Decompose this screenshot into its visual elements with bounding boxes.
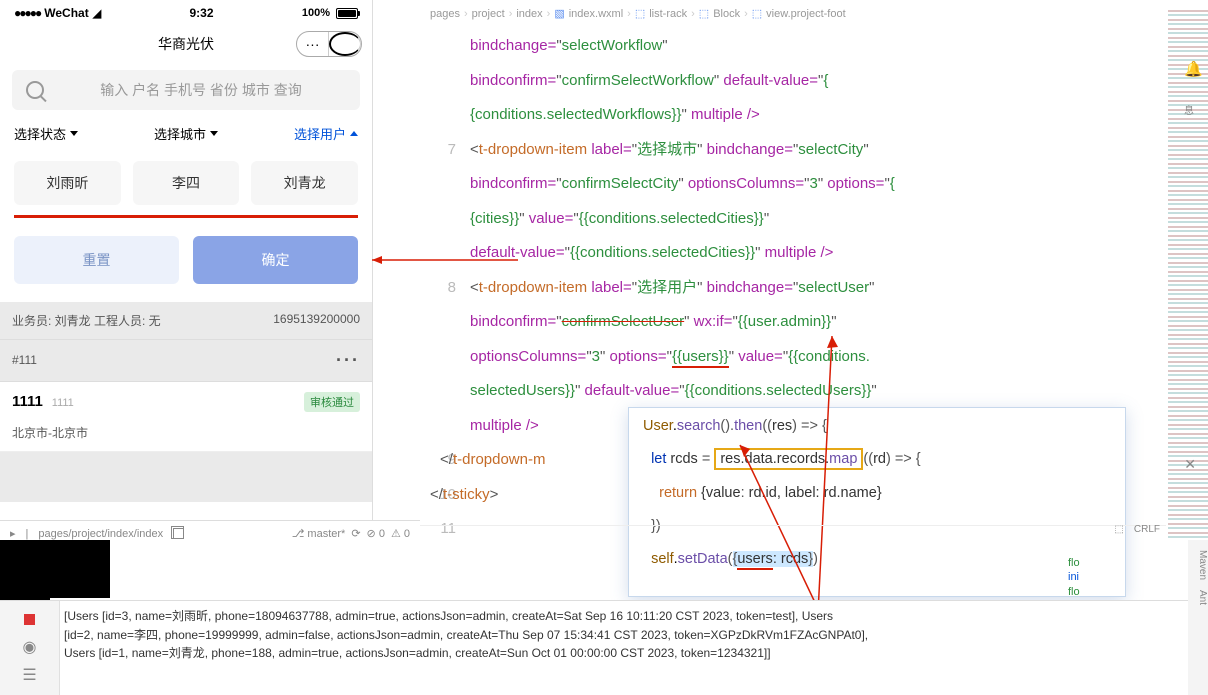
sync-icon[interactable]: ⟳ — [351, 527, 360, 540]
filter-user[interactable]: 选择用户 — [294, 124, 358, 143]
copy-icon[interactable] — [173, 528, 184, 539]
filter-status[interactable]: 选择状态 — [14, 124, 78, 143]
breadcrumb[interactable]: pages› project› index› ▧index.wxml› ⬚lis… — [420, 0, 1168, 29]
miniprogram-capsule[interactable]: ··· — [296, 31, 362, 57]
list-row: 业务员: 刘青龙 工程人员: 无 1695139200000 — [0, 302, 372, 339]
confirm-button[interactable]: 确定 — [193, 236, 358, 284]
close-icon[interactable]: ✕ — [1184, 456, 1196, 473]
error-count[interactable]: ⊘ 0 — [367, 527, 385, 540]
app-title-bar: 华商光伏 ··· — [0, 26, 372, 62]
filter-city[interactable]: 选择城市 — [154, 124, 218, 143]
result-list: 业务员: 刘青龙 工程人员: 无 1695139200000 #111 ··· … — [0, 302, 372, 502]
wifi-icon: ◢ — [93, 7, 101, 20]
phone-status-bar: ●●●●● WeChat ◢ 9:32 100% — [0, 0, 372, 26]
user-chip-row: 刘雨昕 李四 刘青龙 — [0, 157, 372, 215]
chevron-up-icon — [350, 131, 358, 136]
console-toolbar: ◉ ☰ — [0, 601, 60, 695]
battery-icon — [336, 8, 358, 19]
console-line: Users [id=1, name=刘青龙, phone=188, admin=… — [64, 644, 1204, 663]
carrier-label: WeChat — [44, 6, 88, 20]
redacted-area — [0, 540, 110, 600]
stop-icon[interactable] — [22, 611, 38, 627]
user-chip[interactable]: 刘雨昕 — [14, 161, 121, 205]
app-title: 华商光伏 — [158, 34, 214, 54]
tab-ant[interactable]: Ant — [1188, 590, 1208, 605]
console-panel: ◉ ☰ [Users [id=3, name=刘雨昕, phone=180946… — [0, 600, 1208, 695]
list-row-label: 1111 1111 — [12, 393, 74, 411]
console-output[interactable]: [Users [id=3, name=刘雨昕, phone=1809463778… — [60, 601, 1208, 695]
tab-maven[interactable]: Maven — [1188, 550, 1208, 580]
list-row[interactable]: 1111 1111 审核通过 — [0, 381, 372, 422]
chevron-down-icon — [70, 131, 78, 136]
camera-icon[interactable]: ◉ — [22, 639, 38, 655]
status-badge: 审核通过 — [304, 392, 360, 412]
status-time: 9:32 — [190, 6, 214, 20]
chevron-down-icon — [210, 131, 218, 136]
list-row-value: 1695139200000 — [273, 312, 360, 329]
button-row: 重置 确定 — [0, 236, 372, 302]
list-row-label: 业务员: 刘青龙 工程人员: 无 — [12, 312, 161, 329]
capsule-menu-icon[interactable]: ··· — [297, 32, 329, 56]
search-placeholder: 输入 户名 手机号 省份 城市 查询 — [56, 80, 346, 100]
list-row[interactable]: #111 ··· — [0, 339, 372, 381]
console-line: [Users [id=3, name=刘雨昕, phone=1809463778… — [64, 607, 1204, 626]
search-icon — [26, 81, 44, 99]
bell-icon[interactable]: 🔔 — [1184, 60, 1202, 78]
right-tool-tabs[interactable]: Maven Ant — [1188, 540, 1208, 695]
list-row-location: 北京市-北京市 — [0, 422, 372, 452]
capsule-close-icon[interactable] — [329, 32, 361, 56]
user-chip[interactable]: 刘青龙 — [251, 161, 358, 205]
settings-icon[interactable]: ☰ — [22, 667, 38, 683]
editor-status-bar — [420, 525, 1166, 545]
info-icon[interactable]: 息 — [1184, 102, 1202, 120]
filter-row: 选择状态 选择城市 选择用户 — [0, 118, 372, 157]
annotation-underline — [14, 215, 358, 218]
expand-icon[interactable]: ▸ — [10, 527, 16, 540]
encoding-badges[interactable]: ⬚CRLF — [1114, 524, 1160, 535]
battery-pct: 100% — [302, 7, 330, 19]
user-chip[interactable]: 李四 — [133, 161, 240, 205]
signal-dots: ●●●●● — [14, 6, 40, 20]
code-fragment: flo ini flo — [1068, 556, 1168, 599]
right-gutter-icons: 🔔 息 — [1184, 60, 1202, 120]
mobile-simulator-panel: ●●●●● WeChat ◢ 9:32 100% 华商光伏 ··· 输入 户名 … — [0, 0, 373, 520]
file-path: pages/project/index/index — [38, 528, 163, 540]
list-row-label: #111 — [12, 353, 37, 367]
warning-count[interactable]: ⚠ 0 — [391, 527, 410, 540]
reset-button[interactable]: 重置 — [14, 236, 179, 284]
console-line: [id=2, name=李四, phone=19999999, admin=fa… — [64, 626, 1204, 645]
more-icon[interactable]: ··· — [336, 350, 360, 371]
git-branch[interactable]: ⎇ master* — [292, 527, 346, 540]
code-inset-popup: User.search().then((res) => { let rcds =… — [628, 407, 1126, 597]
search-input[interactable]: 输入 户名 手机号 省份 城市 查询 — [12, 70, 360, 110]
